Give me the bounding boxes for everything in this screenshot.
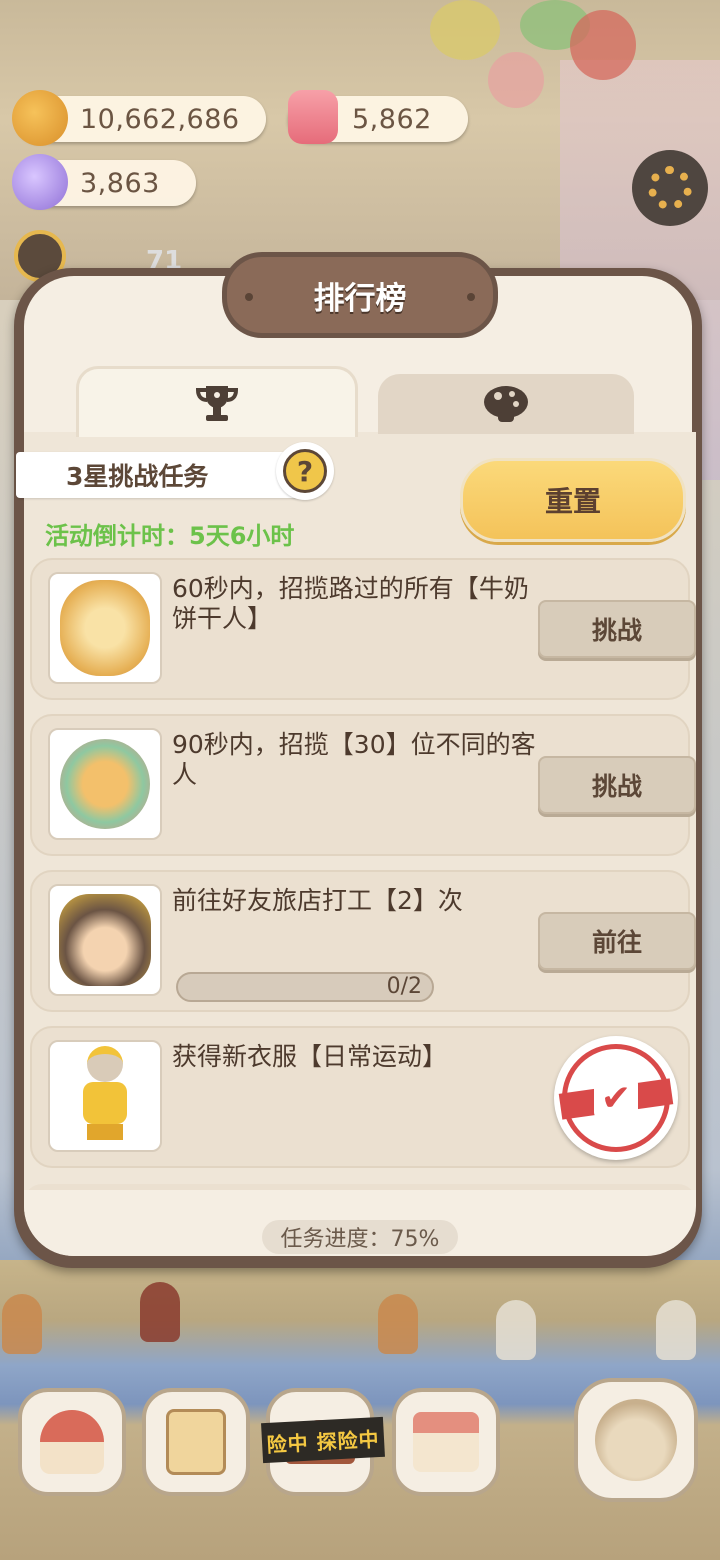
plaque-rivet: [467, 293, 475, 301]
modal-title-plaque: 排行榜: [222, 252, 498, 338]
cookie-character: [378, 1294, 418, 1354]
overall-task-progress: 任务进度：75%: [262, 1220, 458, 1254]
completed-stamp: ✔: [554, 1036, 678, 1160]
nav-shop[interactable]: [392, 1388, 500, 1496]
milk-cookie-thumb: [48, 572, 162, 684]
task-description: 前往好友旅店打工【2】次: [172, 886, 463, 915]
guests-thumb: [48, 728, 162, 840]
question-icon: ?: [283, 449, 327, 493]
shop-icon: [413, 1412, 479, 1472]
cookie-character: [656, 1300, 696, 1360]
cookie-icon: [12, 90, 68, 146]
crystal-amount: 3,863: [80, 167, 160, 199]
exploring-tape-text: 险中 探险中: [266, 1426, 381, 1457]
settings-gear-icon[interactable]: [632, 150, 708, 226]
cookie-character: [140, 1282, 180, 1342]
reset-button[interactable]: 重置: [460, 458, 686, 542]
task-description: 90秒内，招揽【30】位不同的客人: [172, 730, 536, 789]
home-icon: [40, 1410, 104, 1474]
challenge-button[interactable]: 挑战: [538, 756, 696, 814]
section-label-text: 3星挑战任务: [66, 462, 209, 491]
nav-notebook[interactable]: [142, 1388, 250, 1496]
plaque-rivet: [245, 293, 253, 301]
jelly-amount: 5,862: [352, 103, 432, 135]
go-button[interactable]: 前往: [538, 912, 696, 970]
jelly-icon: [288, 90, 338, 144]
task-card: 获得新衣服【日常运动】 ✔: [30, 1026, 690, 1168]
tab-trophy[interactable]: [76, 366, 358, 437]
balloon-decoration: [570, 10, 636, 80]
crystal-icon: [12, 154, 68, 210]
cookie-amount: 10,662,686: [80, 103, 240, 135]
trophy-icon: [195, 386, 239, 421]
challenge-button[interactable]: 挑战: [538, 600, 696, 658]
progress-text: 0/2: [386, 974, 422, 999]
crystal-currency[interactable]: 3,863: [12, 154, 196, 210]
jelly-currency[interactable]: 5,862: [288, 90, 468, 144]
nav-character[interactable]: [574, 1378, 698, 1502]
task-progress-bar: 0/2: [176, 972, 434, 1002]
task-description: 60秒内，招揽路过的所有【牛奶饼干人】: [172, 574, 529, 633]
balloon-decoration: [430, 0, 500, 60]
task-card: 90秒内，招揽【30】位不同的客人 挑战: [30, 714, 696, 856]
lollipop-decoration: [488, 52, 544, 108]
event-countdown: 活动倒计时：5天6小时: [45, 522, 295, 550]
section-label: 3星挑战任务: [16, 452, 316, 498]
character-icon: [595, 1399, 677, 1481]
help-button[interactable]: ?: [276, 442, 334, 500]
checkmark-icon: ✔: [594, 1076, 638, 1120]
modal-title: 排行榜: [313, 280, 407, 317]
tab-mushroom[interactable]: [378, 374, 634, 434]
notebook-icon: [166, 1409, 226, 1475]
outfit-thumb: [48, 1040, 162, 1152]
worker-thumb: [48, 884, 162, 996]
task-card: 前往好友旅店打工【2】次 前往 0/2: [30, 870, 696, 1012]
mushroom-icon: [484, 386, 528, 422]
task-description: 获得新衣服【日常运动】: [172, 1042, 448, 1071]
cookie-character: [2, 1294, 42, 1354]
exploring-tape: 险中 探险中: [261, 1416, 385, 1464]
cookie-currency[interactable]: 10,662,686: [12, 90, 266, 146]
nav-home[interactable]: [18, 1388, 126, 1496]
cookie-character: [496, 1300, 536, 1360]
task-card: 60秒内，招揽路过的所有【牛奶饼干人】 挑战: [30, 558, 696, 700]
